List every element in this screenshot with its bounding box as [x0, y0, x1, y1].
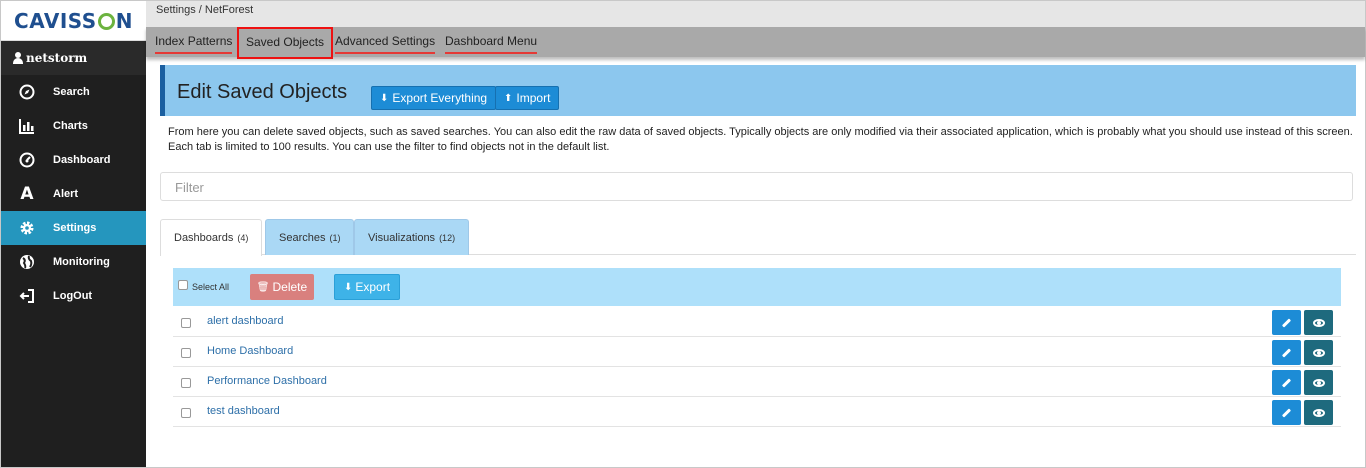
sidebar-item-label: Monitoring [53, 256, 110, 268]
view-button[interactable] [1304, 400, 1333, 425]
eye-icon [1312, 318, 1325, 327]
alert-a-icon: A [20, 184, 34, 204]
download-icon: ⬇ [343, 281, 353, 293]
pencil-icon [1281, 317, 1292, 328]
table-toolbar: Select All 🗑 Delete ⬇ Export [173, 268, 1341, 306]
page-header: Edit Saved Objects ⬇ Export Everything ⬆… [160, 65, 1356, 116]
sidebar-item-settings[interactable]: Settings [1, 211, 146, 245]
sidebar-item-label: Settings [53, 222, 97, 234]
delete-label: Delete [272, 280, 308, 294]
sidebar-item-charts[interactable]: Charts [1, 109, 146, 143]
row-checkbox[interactable] [181, 318, 191, 328]
tab-dashboards[interactable]: Dashboards (4) [160, 219, 263, 256]
pencil-icon [1281, 407, 1292, 418]
pencil-icon [1281, 377, 1292, 388]
row-checkbox[interactable] [181, 408, 191, 418]
filter-input[interactable]: Filter [160, 172, 1353, 201]
gear-icon [18, 219, 36, 237]
object-link[interactable]: Performance Dashboard [207, 375, 327, 387]
sidebar-item-dashboard[interactable]: Dashboard [1, 143, 146, 177]
eye-icon [1312, 348, 1325, 357]
object-link[interactable]: Home Dashboard [207, 345, 293, 357]
edit-button[interactable] [1272, 340, 1301, 365]
tab-count: (12) [439, 232, 456, 243]
settings-tabbar: Index Patterns Saved Objects Advanced Se… [146, 27, 1365, 59]
tab-label: Visualizations [368, 231, 436, 244]
trash-icon: 🗑 [256, 281, 270, 293]
eye-icon [1312, 408, 1325, 417]
table-row: Performance Dashboard [173, 367, 1341, 397]
export-everything-label: Export Everything [392, 91, 488, 105]
user-row[interactable]: netstorm [1, 41, 146, 75]
view-button[interactable] [1304, 340, 1333, 365]
select-all-label: Select All [192, 282, 230, 292]
description-text: From here you can delete saved objects, … [168, 126, 1353, 153]
page-title: Edit Saved Objects [177, 81, 348, 103]
breadcrumb: Settings / NetForest [146, 1, 1365, 27]
object-tabs: Dashboards (4) Searches (1) Visualizations… [160, 219, 1356, 256]
import-button[interactable]: ⬆ Import [495, 86, 560, 110]
export-label: Export [355, 280, 391, 294]
tab-advanced-settings[interactable]: Advanced Settings [335, 34, 436, 54]
view-button[interactable] [1304, 310, 1333, 335]
eye-icon [1312, 378, 1325, 387]
tab-dashboard-menu[interactable]: Dashboard Menu [445, 34, 538, 54]
tab-count: (1) [329, 232, 341, 243]
row-checkbox[interactable] [181, 348, 191, 358]
select-all-checkbox[interactable] [178, 280, 188, 290]
tab-searches[interactable]: Searches (1) [265, 219, 355, 255]
edit-button[interactable] [1272, 370, 1301, 395]
logout-icon [18, 287, 36, 305]
sidebar-item-alert[interactable]: A Alert [1, 177, 146, 211]
object-link[interactable]: alert dashboard [207, 315, 283, 327]
pencil-icon [1281, 347, 1292, 358]
tab-label: Dashboards [174, 232, 234, 244]
tab-index-patterns[interactable]: Index Patterns [155, 34, 233, 54]
dashboard-icon [18, 151, 36, 169]
delete-button[interactable]: 🗑 Delete [250, 274, 314, 300]
row-checkbox[interactable] [181, 378, 191, 388]
bar-chart-icon [18, 117, 36, 135]
sidebar-item-label: Alert [53, 188, 79, 200]
view-button[interactable] [1304, 370, 1333, 395]
export-everything-button[interactable]: ⬇ Export Everything [371, 86, 497, 110]
tab-label: Searches [279, 231, 326, 244]
table-row: alert dashboard [173, 307, 1341, 337]
logo: CAVISS N [1, 1, 146, 41]
logo-text: CAVISS N [14, 8, 133, 33]
sidebar-item-monitoring[interactable]: Monitoring [1, 245, 146, 279]
tab-visualizations[interactable]: Visualizations (12) [354, 219, 470, 255]
sidebar-item-logout[interactable]: LogOut [1, 279, 146, 313]
compass-icon [18, 83, 36, 101]
tab-saved-objects[interactable]: Saved Objects [237, 27, 334, 59]
download-icon: ⬇ [380, 92, 389, 104]
object-link[interactable]: test dashboard [207, 405, 280, 417]
import-label: Import [516, 91, 551, 105]
tab-count: (4) [237, 233, 249, 243]
edit-button[interactable] [1272, 310, 1301, 335]
user-icon [13, 52, 23, 64]
sidebar-item-label: Charts [53, 120, 88, 132]
table-row: Home Dashboard [173, 337, 1341, 367]
sidebar-item-search[interactable]: Search [1, 75, 146, 109]
table-row: test dashboard [173, 397, 1341, 427]
globe-icon [18, 253, 36, 271]
breadcrumb-text: Settings / NetForest [156, 4, 254, 16]
edit-button[interactable] [1272, 400, 1301, 425]
logo-ring-icon [97, 12, 115, 30]
export-button[interactable]: ⬇ Export [334, 274, 400, 300]
sidebar-item-label: Dashboard [53, 154, 111, 166]
sidebar-item-label: LogOut [53, 290, 93, 302]
username: netstorm [26, 51, 88, 65]
sidebar: CAVISS N netstorm Search Charts Dashboard… [1, 1, 146, 467]
upload-icon: ⬆ [504, 92, 513, 104]
sidebar-item-label: Search [53, 86, 90, 98]
